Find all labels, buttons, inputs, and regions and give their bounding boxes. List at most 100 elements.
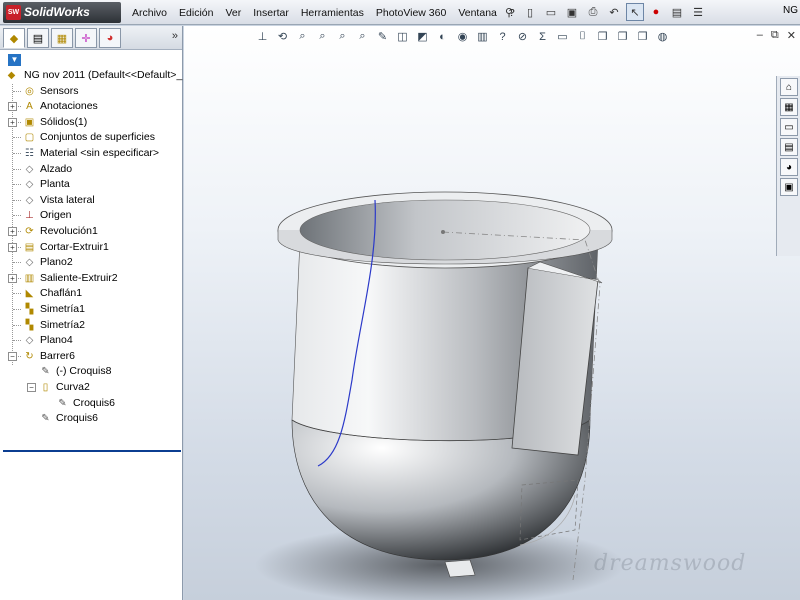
tab-property-manager[interactable]: ▤ xyxy=(27,28,49,48)
tree-item[interactable]: + A Anotaciones xyxy=(0,99,182,114)
appearances-icon[interactable]: ◕ xyxy=(780,158,798,176)
zoom-area-icon[interactable]: ⌕ xyxy=(314,28,331,45)
smart-dimension-icon[interactable]: ⊘ xyxy=(514,28,531,45)
camera-icon[interactable]: ⌷ xyxy=(574,28,591,45)
design-library-icon[interactable]: ▦ xyxy=(780,98,798,116)
pin-icon[interactable]: ⚲ xyxy=(500,3,518,21)
tab-configuration-manager[interactable]: ▦ xyxy=(51,28,73,48)
render-tools-icon[interactable]: ❐ xyxy=(634,28,651,45)
collapse-toggle-icon[interactable]: − xyxy=(8,351,17,361)
undo-icon[interactable]: ↶ xyxy=(605,3,623,21)
plane-icon: ◇ xyxy=(25,335,34,347)
menu-photoview[interactable]: PhotoView 360 xyxy=(370,7,452,19)
tree-item[interactable]: ◣ Chaflán1 xyxy=(0,286,182,301)
mirror-icon: ▚ xyxy=(25,319,34,331)
tree-item[interactable]: ▢ Conjuntos de superficies xyxy=(0,130,182,145)
tree-child-item[interactable]: ▯ Curva2 − xyxy=(0,380,182,395)
restore-icon[interactable]: ⧉ xyxy=(771,29,779,42)
traffic-light-rebuild-icon[interactable]: ● xyxy=(647,3,665,21)
annotations-icon: A xyxy=(26,101,33,113)
print-icon[interactable]: ⎙ xyxy=(584,3,602,21)
expand-toggle-icon[interactable]: + xyxy=(8,227,17,236)
menu-archivo[interactable]: Archivo xyxy=(126,7,173,19)
expand-toggle-icon[interactable]: + xyxy=(8,117,17,127)
tree-root[interactable]: ◆ NG nov 2011 (Default<<Default>_ xyxy=(0,68,183,83)
tree-item[interactable]: ⊥ Origen xyxy=(0,208,182,223)
dynamic-annotation-icon[interactable]: ✎ xyxy=(374,28,391,45)
sum-icon[interactable]: Σ xyxy=(534,28,551,45)
tree-branch-line xyxy=(13,215,21,217)
tree-item[interactable]: − ↻ Barrer6 xyxy=(0,349,182,364)
tab-feature-manager[interactable]: ◆ xyxy=(3,28,25,48)
graphics-area[interactable]: ⊥ ⟲ ⌕ ⌕ ⌕ ⌕ ✎ ◫ ◩ ◐ ◉ ▥ ? ⊘ Σ ▭ ⌷ ❐ ❐ ❐ … xyxy=(184,26,800,600)
tree-item[interactable]: ◇ Alzado xyxy=(0,162,182,177)
view-orientation-icon[interactable]: ⊥ xyxy=(254,28,271,45)
menu-edicion[interactable]: Edición xyxy=(173,7,219,19)
collapse-toggle-icon[interactable]: − xyxy=(27,383,36,392)
home-icon[interactable]: ⌂ xyxy=(780,78,798,96)
zoom-selection-icon[interactable]: ⌕ xyxy=(334,28,351,45)
tree-child-item[interactable]: ✎ (-) Croquis8 xyxy=(0,364,182,379)
apply-scene-icon[interactable]: ▥ xyxy=(474,28,491,45)
title-menu-bar: SW SolidWorks Archivo Edición Ver Insert… xyxy=(0,0,800,25)
open-folder-icon[interactable]: ▭ xyxy=(542,3,560,21)
rollback-bar[interactable] xyxy=(3,450,181,452)
pot-model-3d[interactable] xyxy=(184,26,800,600)
minimize-icon[interactable]: – xyxy=(757,29,763,42)
sketch-point[interactable] xyxy=(441,230,445,234)
tree-item[interactable]: ◇ Planta xyxy=(0,177,182,192)
tree-item[interactable]: ▚ Simetría2 xyxy=(0,318,182,333)
filter-icon[interactable]: ▼ xyxy=(8,54,21,66)
menu-ventana[interactable]: Ventana xyxy=(452,7,503,19)
expand-toggle-icon[interactable]: + xyxy=(8,242,17,252)
tree-child-item[interactable]: ✎ Croquis6 xyxy=(0,411,182,426)
file-explorer-icon[interactable]: ▭ xyxy=(780,118,798,136)
tree-item[interactable]: + ▥ Saliente-Extruir2 xyxy=(0,271,182,286)
select-pointer-icon[interactable]: ↖ xyxy=(626,3,644,21)
close-icon[interactable]: ✕ xyxy=(787,29,796,42)
zoom-fit-icon[interactable]: ⌕ xyxy=(294,28,311,45)
save-icon[interactable]: ▣ xyxy=(563,3,581,21)
tree-item-label: Planta xyxy=(40,178,70,191)
heads-up-view-toolbar: ⊥ ⟲ ⌕ ⌕ ⌕ ⌕ ✎ ◫ ◩ ◐ ◉ ▥ ? ⊘ Σ ▭ ⌷ ❐ ❐ ❐ … xyxy=(254,28,671,46)
tree-item-label: Revolución1 xyxy=(40,225,98,237)
hide-show-items-icon[interactable]: ◐ xyxy=(434,28,451,45)
tree-branch-line xyxy=(13,293,21,295)
tree-item[interactable]: ◎ Sensors xyxy=(0,84,182,99)
tree-item[interactable]: + ▤ Cortar-Extruir1 xyxy=(0,240,182,255)
display-style-icon[interactable]: ◩ xyxy=(414,28,431,45)
tree-item[interactable]: ◇ Vista lateral xyxy=(0,193,182,208)
tree-item[interactable]: + ▣ Sólidos(1) xyxy=(0,115,182,130)
options-icon[interactable]: ☰ xyxy=(689,3,707,21)
section-view-icon[interactable]: ⌕ xyxy=(354,28,371,45)
expand-toggle-icon[interactable]: + xyxy=(8,273,17,283)
menu-herramientas[interactable]: Herramientas xyxy=(295,7,370,19)
tree-item[interactable]: ◇ Plano2 xyxy=(0,255,182,270)
edit-appearance-icon[interactable]: ◉ xyxy=(454,28,471,45)
menu-insertar[interactable]: Insertar xyxy=(247,7,295,19)
view-palette-icon[interactable]: ▤ xyxy=(780,138,798,156)
plane-view-icon[interactable]: ▭ xyxy=(554,28,571,45)
realview-icon[interactable]: ◍ xyxy=(654,28,671,45)
tree-item[interactable]: ▚ Simetría1 xyxy=(0,302,182,317)
file-properties-icon[interactable]: ▤ xyxy=(668,3,686,21)
tree-branch-line xyxy=(13,309,21,310)
new-document-icon[interactable]: ▯ xyxy=(521,3,539,21)
solidworks-logo[interactable]: SW SolidWorks xyxy=(3,2,121,23)
tree-child-item[interactable]: ✎ Croquis6 xyxy=(0,396,182,411)
menu-ver[interactable]: Ver xyxy=(219,7,247,19)
chevron-expand-icon[interactable]: » xyxy=(172,30,178,42)
tab-dimxpert[interactable]: ✛ xyxy=(75,28,97,48)
property-manager-icon: ▤ xyxy=(32,32,44,45)
previous-view-icon[interactable]: ⟲ xyxy=(274,28,291,45)
paste-icon[interactable]: ❐ xyxy=(614,28,631,45)
tree-item[interactable]: ☷ Material <sin especificar> xyxy=(0,146,182,161)
copy-icon[interactable]: ❐ xyxy=(594,28,611,45)
help-icon[interactable]: ? xyxy=(494,28,511,45)
tree-item[interactable]: ◇ Plano4 xyxy=(0,333,182,348)
tree-item[interactable]: + ⟳ Revolución1 xyxy=(0,224,182,239)
expand-toggle-icon[interactable]: + xyxy=(8,102,17,112)
custom-properties-icon[interactable]: ▣ xyxy=(780,178,798,196)
view-cube-icon[interactable]: ◫ xyxy=(394,28,411,45)
tab-display-manager[interactable]: ◕ xyxy=(99,28,121,48)
